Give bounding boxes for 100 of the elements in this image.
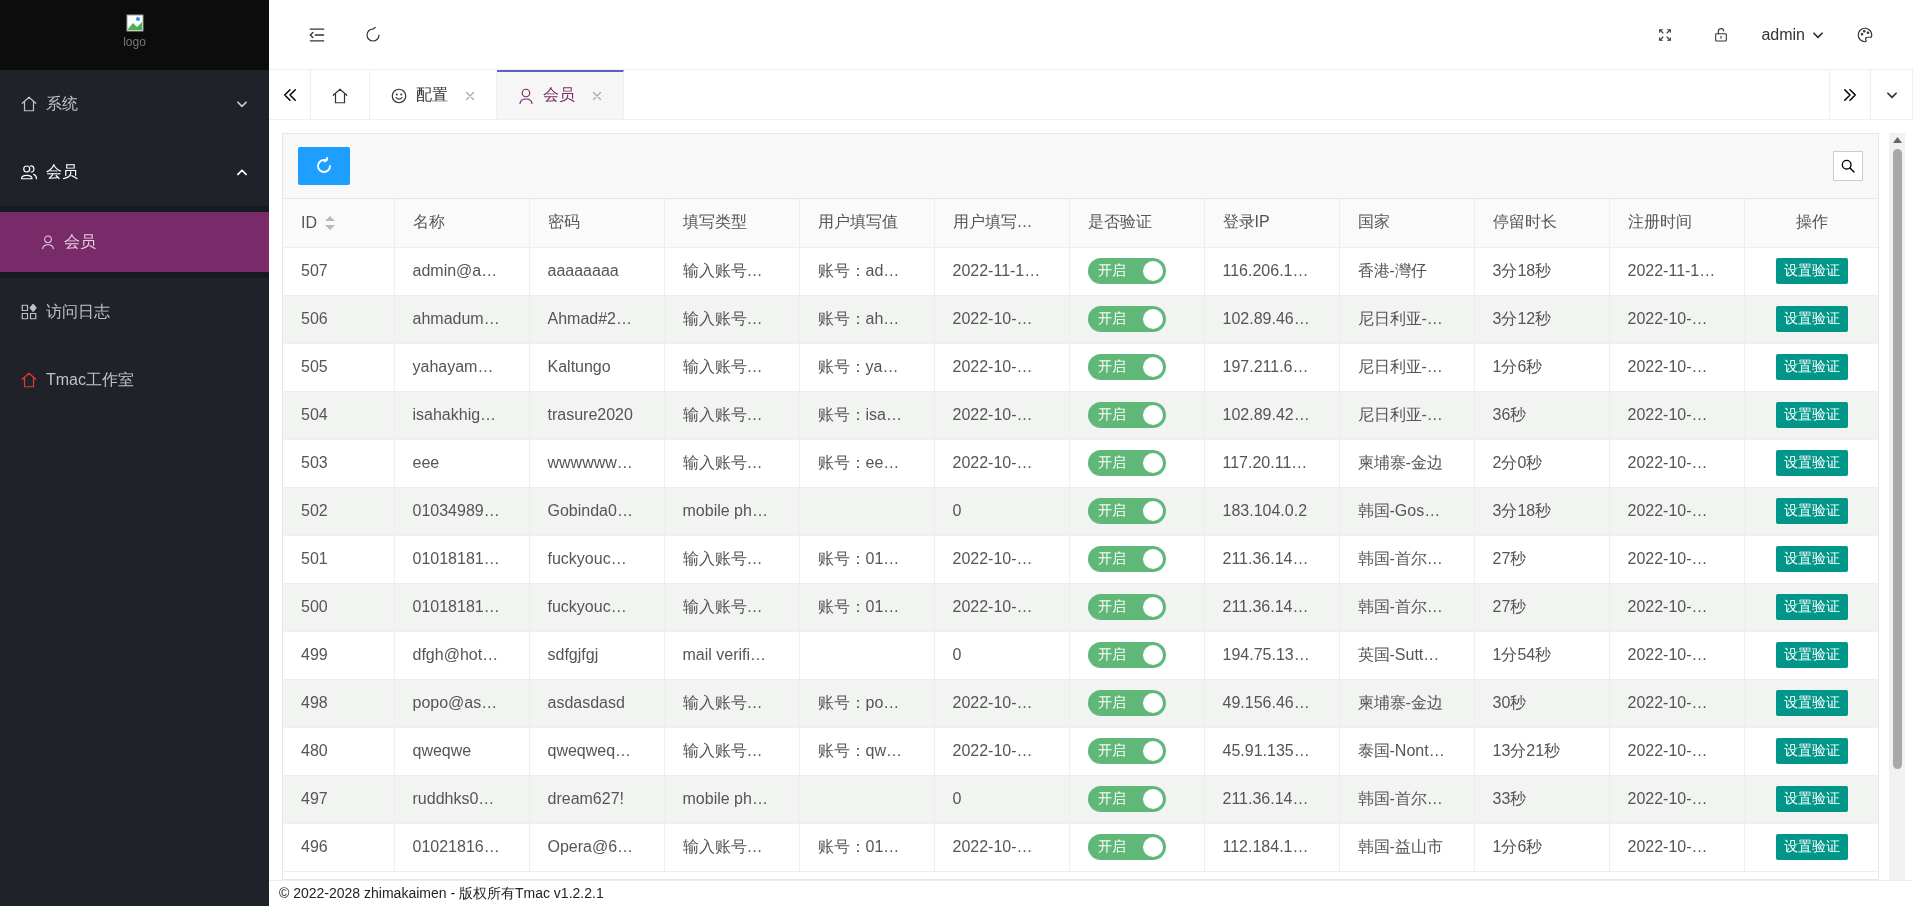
verify-toggle[interactable]: 开启: [1087, 354, 1166, 380]
table-cell: 2022-10-…: [934, 343, 1069, 391]
table-cell: 2022-10-…: [1609, 823, 1744, 871]
sidebar-item[interactable]: Tmac工作室: [0, 346, 269, 414]
sort-icon[interactable]: [325, 215, 335, 230]
table-cell: 211.36.14…: [1204, 535, 1339, 583]
table-cell: 2022-10-…: [934, 679, 1069, 727]
table-cell: 1分6秒: [1474, 823, 1609, 871]
set-verify-button[interactable]: 设置验证: [1775, 786, 1848, 812]
table-cell: 2022-10-…: [1609, 343, 1744, 391]
set-verify-button[interactable]: 设置验证: [1775, 738, 1848, 764]
footer-text: © 2022-2028 zhimakaimen - 版权所有Tmac v1.2.2.1: [269, 880, 1913, 906]
smile-icon: [390, 86, 408, 105]
set-verify-button[interactable]: 设置验证: [1775, 498, 1848, 524]
table-cell: 2022-10-…: [1609, 439, 1744, 487]
set-verify-button[interactable]: 设置验证: [1775, 450, 1848, 476]
refresh-icon: [315, 157, 333, 175]
table-cell: 194.75.13…: [1204, 631, 1339, 679]
table-cell: 2022-10-…: [1609, 295, 1744, 343]
table-cell: fuckyouc…: [529, 583, 664, 631]
table-cell: Opera@6…: [529, 823, 664, 871]
set-verify-button[interactable]: 设置验证: [1775, 306, 1848, 332]
table-cell: 输入账号…: [664, 583, 799, 631]
table-cell: 27秒: [1474, 535, 1609, 583]
refresh-button[interactable]: [298, 147, 350, 185]
fullscreen-icon: [1657, 26, 1674, 43]
verify-toggle[interactable]: 开启: [1087, 306, 1166, 332]
column-header: 操作: [1744, 199, 1878, 247]
column-header: 注册时间: [1609, 199, 1744, 247]
table-cell: 尼日利亚-…: [1339, 343, 1474, 391]
verify-toggle[interactable]: 开启: [1087, 450, 1166, 476]
verify-toggle[interactable]: 开启: [1087, 402, 1166, 428]
table-cell: 2022-11-1…: [1609, 247, 1744, 295]
table-cell: 2022-10-…: [1609, 583, 1744, 631]
table-cell: 102.89.42…: [1204, 391, 1339, 439]
table-cell: 497: [283, 775, 394, 823]
verify-toggle[interactable]: 开启: [1087, 498, 1166, 524]
search-button[interactable]: [1833, 151, 1863, 181]
table-cell: Kaltungo: [529, 343, 664, 391]
user-icon: [517, 86, 535, 105]
column-header: 登录IP: [1204, 199, 1339, 247]
column-header: 是否验证: [1069, 199, 1204, 247]
table-cell: 183.104.0.2: [1204, 487, 1339, 535]
table-cell: 韩国-Gos…: [1339, 487, 1474, 535]
set-verify-button[interactable]: 设置验证: [1775, 354, 1848, 380]
table-cell: 输入账号…: [664, 391, 799, 439]
table-cell: mobile ph…: [664, 775, 799, 823]
verify-toggle[interactable]: 开启: [1087, 546, 1166, 572]
column-header[interactable]: ID: [283, 199, 394, 247]
table-cell: 账号：ee…: [799, 439, 934, 487]
page-tab[interactable]: 会员: [497, 70, 624, 119]
verify-toggle[interactable]: 开启: [1087, 690, 1166, 716]
table-cell: fuckyouc…: [529, 535, 664, 583]
table-cell: 2022-10-…: [1609, 487, 1744, 535]
column-header: 停留时长: [1474, 199, 1609, 247]
table-cell: 账号：01…: [799, 823, 934, 871]
verify-toggle[interactable]: 开启: [1087, 738, 1166, 764]
sidebar-item[interactable]: 访问日志: [0, 278, 269, 346]
table-cell: 0: [934, 775, 1069, 823]
table-cell: 507: [283, 247, 394, 295]
set-verify-button[interactable]: 设置验证: [1775, 642, 1848, 668]
verify-toggle[interactable]: 开启: [1087, 258, 1166, 284]
table-cell: 3分12秒: [1474, 295, 1609, 343]
sidebar-subitem[interactable]: 会员: [0, 212, 269, 272]
sidebar-item[interactable]: 会员: [0, 138, 269, 206]
set-verify-button[interactable]: 设置验证: [1775, 834, 1848, 860]
table-cell: 01021816…: [394, 823, 529, 871]
table-cell: 柬埔寨-金边: [1339, 679, 1474, 727]
table-cell: yahayam…: [394, 343, 529, 391]
set-verify-button[interactable]: 设置验证: [1775, 258, 1848, 284]
table-cell: 输入账号…: [664, 439, 799, 487]
table-cell: 30秒: [1474, 679, 1609, 727]
sidebar-item[interactable]: 系统: [0, 70, 269, 138]
column-header: 用户填写…: [934, 199, 1069, 247]
table-cell: 0: [934, 487, 1069, 535]
verify-toggle[interactable]: 开启: [1087, 786, 1166, 812]
table-cell: 韩国-首尔…: [1339, 775, 1474, 823]
table-cell: 英国-Sutt…: [1339, 631, 1474, 679]
set-verify-button[interactable]: 设置验证: [1775, 690, 1848, 716]
close-icon[interactable]: [464, 89, 476, 102]
scrollbar[interactable]: [1889, 133, 1905, 880]
table-cell: 0: [934, 631, 1069, 679]
table-cell: 2022-10-…: [1609, 727, 1744, 775]
table-cell: 102.89.46…: [1204, 295, 1339, 343]
close-icon[interactable]: [591, 89, 603, 102]
table-cell: 2022-10-…: [1609, 679, 1744, 727]
table-cell: 1分6秒: [1474, 343, 1609, 391]
verify-toggle[interactable]: 开启: [1087, 642, 1166, 668]
table-cell: 01034989…: [394, 487, 529, 535]
table-cell: dream627!: [529, 775, 664, 823]
set-verify-button[interactable]: 设置验证: [1775, 402, 1848, 428]
verify-toggle[interactable]: 开启: [1087, 594, 1166, 620]
set-verify-button[interactable]: 设置验证: [1775, 594, 1848, 620]
verify-toggle[interactable]: 开启: [1087, 834, 1166, 860]
search-icon: [1840, 158, 1856, 174]
table-cell: 输入账号…: [664, 295, 799, 343]
user-menu[interactable]: admin: [1749, 25, 1837, 44]
tabs-next-button[interactable]: [1829, 70, 1871, 119]
set-verify-button[interactable]: 设置验证: [1775, 546, 1848, 572]
table-cell: 输入账号…: [664, 343, 799, 391]
